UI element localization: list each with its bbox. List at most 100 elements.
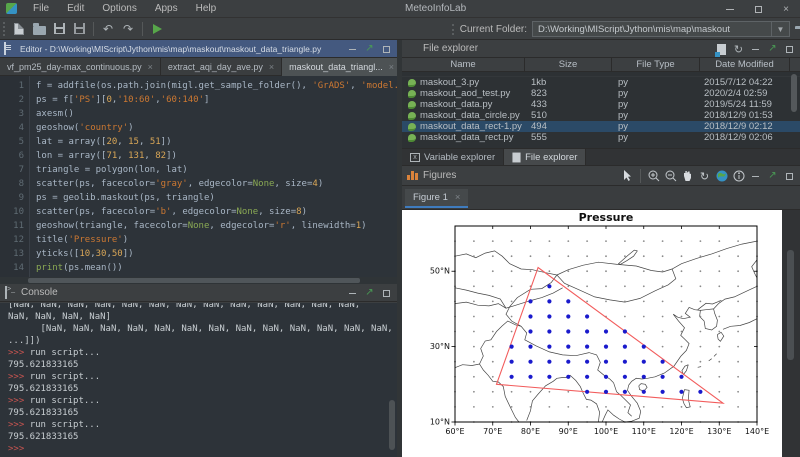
grid-dot [718,331,720,333]
column-header-size[interactable]: Size [525,58,612,71]
select-cursor-button[interactable] [619,168,636,184]
grid-dot [624,270,626,272]
masked-dot [661,375,665,379]
grid-dot [492,346,494,348]
close-icon[interactable]: × [148,62,153,72]
editor-panel-header[interactable]: Editor - D:\Working\MIScript\Jython\mis\… [0,40,397,58]
figures-float-button[interactable]: ↗ [764,169,781,183]
identify-button[interactable] [730,168,747,184]
table-row[interactable]: maskout_aod_test.py823py2020/2/4 02:59 [402,88,800,99]
code-token: ) [128,123,133,133]
new-file-button[interactable] [9,20,29,38]
refresh-button[interactable]: ↻ [730,42,747,56]
chevron-down-icon[interactable]: ▼ [771,22,789,36]
console-minimize-button[interactable] [344,286,361,300]
console-line: [NaN, NaN, NaN, NaN, NaN, NaN, NaN, NaN,… [8,303,397,311]
grid-dot [567,406,569,408]
tab-variable-explorer[interactable]: xVariable explorer [402,149,504,165]
code-token: axesm() [36,109,74,119]
undo-icon: ↶ [103,23,113,35]
figures-minimize-button[interactable] [747,169,764,183]
zoom-out-button[interactable] [662,168,679,184]
grid-dot [511,406,513,408]
grid-dot [530,406,532,408]
menu-help[interactable]: Help [187,1,226,16]
file-date-cell: 2019/5/24 11:59 [700,99,790,110]
editor-tab-bar: vf_pm25_day-max_continuous.py×extract_aq… [0,58,397,76]
menu-options[interactable]: Options [93,1,145,16]
redo-button[interactable]: ↷ [118,20,138,38]
editor-float-button[interactable]: ↗ [361,42,378,56]
undo-button[interactable]: ↶ [98,20,118,38]
console-maximize-button[interactable] [378,286,395,300]
rotate-button[interactable]: ↻ [696,168,713,184]
menu-file[interactable]: File [24,1,58,16]
file-explorer-panel-header[interactable]: File explorer ↻ ↗ [402,40,800,58]
file-date-cell: 2018/12/9 02:12 [700,121,790,132]
table-row[interactable]: maskout_data_rect.py555py2018/12/9 02:06 [402,132,800,143]
close-icon[interactable]: × [455,192,461,203]
pan-button[interactable] [679,168,696,184]
scrollbar-thumb[interactable] [28,278,360,283]
editor-horizontal-scrollbar[interactable] [0,277,397,284]
console-scrollbar-thumb[interactable] [389,400,395,450]
masked-dot [566,345,570,349]
table-row[interactable]: maskout_data_circle.py510py2018/12/9 01:… [402,110,800,121]
grid-dot [718,361,720,363]
file-explorer-maximize-button[interactable] [781,42,798,56]
grid-dot [737,406,739,408]
figures-panel-header[interactable]: Figures ↻ ↗ [402,166,800,186]
editor-maximize-button[interactable] [378,42,395,56]
code-text: axesm() [36,107,74,121]
minimize-button[interactable] [716,0,744,18]
grid-dot [605,240,607,242]
close-icon[interactable]: × [389,62,394,72]
close-icon[interactable]: × [269,62,274,72]
figure-canvas[interactable]: Pressure60°E70°E80°E90°E100°E110°E120°E1… [402,210,782,457]
column-header-name[interactable]: Name [402,58,525,71]
string-token: 'country' [79,123,128,133]
save-as-button[interactable] [69,20,89,38]
file-size-cell: 823 [525,88,612,99]
globe-button[interactable] [713,168,730,184]
string-token: '60:140' [161,95,204,105]
close-button[interactable]: × [772,0,800,18]
file-explorer-minimize-button[interactable] [747,42,764,56]
run-script-button[interactable] [147,20,167,38]
code-editor[interactable]: 1f = addfile(os.path.join(migl.get_sampl… [0,76,397,277]
number-token: 50 [112,249,123,259]
tab-file-explorer[interactable]: File explorer [504,149,586,165]
zoom-in-button[interactable] [645,168,662,184]
console-float-button[interactable]: ↗ [361,286,378,300]
new-document-button[interactable] [713,42,730,56]
file-name-cell: maskout_data_rect-1.py [402,121,525,132]
console-panel-header[interactable]: Console ↗ [0,284,397,302]
menu-apps[interactable]: Apps [146,1,187,16]
editor-tab-1[interactable]: extract_aqi_day_ave.py× [161,58,282,76]
maximize-button[interactable] [744,0,772,18]
open-file-button[interactable] [29,20,49,38]
console-text: [NaN, NaN, NaN, NaN, NaN, NaN, NaN, NaN,… [8,324,393,334]
grid-dot [586,240,588,242]
table-row[interactable]: maskout_data.py433py2019/5/24 11:59 [402,99,800,110]
editor-minimize-button[interactable] [344,42,361,56]
table-row[interactable]: maskout_data_rect-1.py494py2018/12/9 02:… [402,121,800,132]
table-row[interactable]: maskout_3.py1kbpy2015/7/12 04:22 [402,77,800,88]
file-explorer-float-button[interactable]: ↗ [764,42,781,56]
code-token: triangle = polygon(lon, lat) [36,165,188,175]
save-button[interactable] [49,20,69,38]
file-table-scrollbar-thumb[interactable] [791,74,797,112]
console-output[interactable]: [NaN, NaN, NaN, NaN, NaN, NaN, NaN, NaN,… [0,303,397,457]
menu-edit[interactable]: Edit [58,1,93,16]
figures-maximize-button[interactable] [781,169,798,183]
figure-tab[interactable]: Figure 1 × [405,189,468,208]
grid-dot [643,240,645,242]
masked-dot [679,375,683,379]
column-header-date-modified[interactable]: Date Modified [700,58,790,71]
console-prompt: >>> [8,444,24,454]
column-header-file-type[interactable]: File Type [612,58,700,71]
editor-tab-2[interactable]: maskout_data_triangl...× [282,58,402,76]
current-folder-combobox[interactable]: D:\Working\MIScript\Jython\mis\map\masko… [532,21,790,37]
figure-scrollbar-thumb[interactable] [787,250,794,360]
editor-tab-0[interactable]: vf_pm25_day-max_continuous.py× [0,58,161,76]
